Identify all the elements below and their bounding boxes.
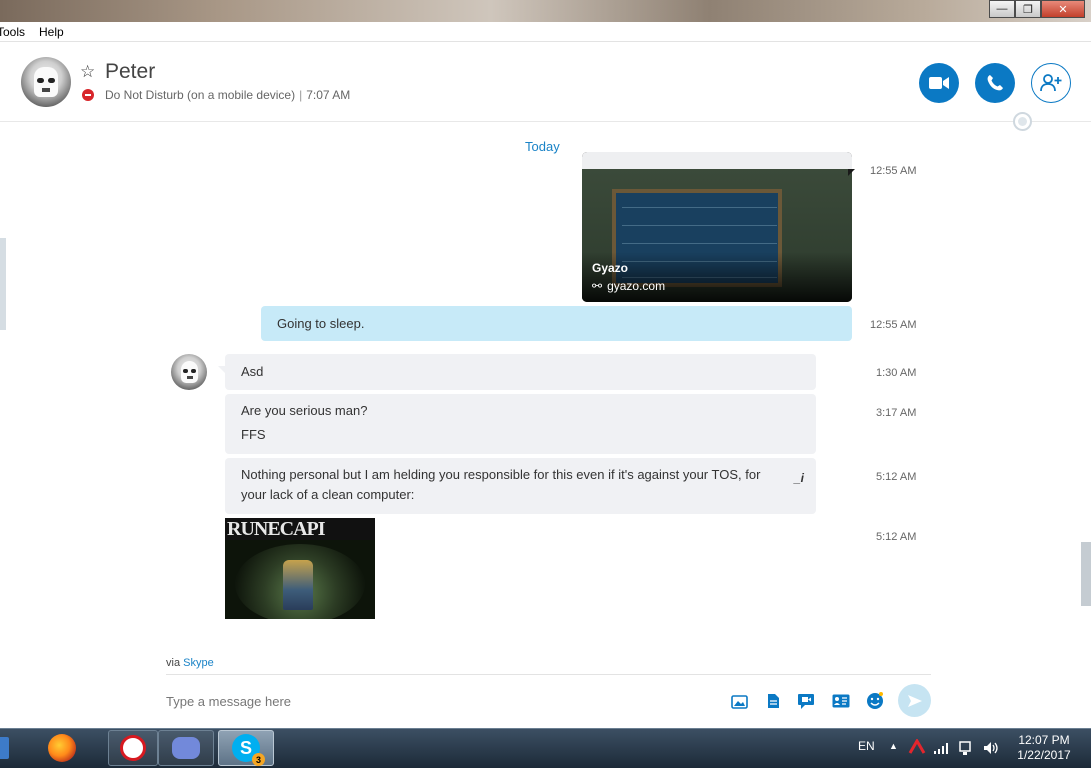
skype-notification-badge: 3: [252, 753, 265, 766]
send-photo-button[interactable]: [730, 692, 748, 710]
contact-status: Do Not Disturb (on a mobile device) | 7:07…: [105, 88, 350, 102]
status-separator: |: [299, 88, 303, 102]
incoming-message[interactable]: Asd: [218, 354, 816, 390]
image-banner-text: RUNECAPI: [225, 518, 375, 540]
message-text: Are you serious man?: [241, 403, 368, 418]
skype-icon: S 3: [232, 734, 265, 766]
message-timestamp: 12:55 AM: [870, 319, 917, 331]
firefox-icon: [48, 734, 76, 762]
local-time: 7:07 AM: [306, 88, 351, 102]
smiley-icon: [867, 692, 883, 709]
send-icon: [907, 694, 922, 707]
message-input[interactable]: [166, 690, 706, 712]
via-label: via Skype: [166, 657, 214, 669]
favorite-star-icon[interactable]: ☆: [80, 62, 95, 82]
link-domain-text: gyazo.com: [607, 279, 666, 293]
video-message-button[interactable]: [797, 692, 815, 710]
signal-strength-icon[interactable]: [933, 741, 951, 755]
discord-icon: [172, 737, 200, 759]
link-preview-card[interactable]: Gyazo ⚯ gyazo.com: [582, 152, 852, 302]
contact-name[interactable]: Peter: [105, 60, 155, 84]
message-timestamp: 1:30 AM: [876, 367, 917, 379]
network-icon[interactable]: [958, 739, 974, 757]
link-preview-domain[interactable]: ⚯ gyazo.com: [592, 279, 665, 293]
video-camera-icon: [929, 77, 949, 89]
clock-date: 1/22/2017: [1017, 748, 1071, 762]
contact-card-icon: [832, 694, 850, 708]
taskbar-firefox[interactable]: [34, 730, 90, 766]
file-icon: [767, 694, 779, 708]
minimize-button[interactable]: —: [989, 0, 1015, 18]
chat-scrollbar[interactable]: [1081, 542, 1091, 606]
date-divider: Today: [525, 139, 560, 154]
conversation-header: ☆ Peter Do Not Disturb (on a mobile devi…: [0, 42, 1091, 122]
menu-help[interactable]: Help: [39, 25, 64, 39]
link-icon: ⚯: [592, 279, 603, 293]
link-preview-header: [582, 152, 852, 169]
taskbar-skype[interactable]: S 3: [218, 730, 274, 766]
do-not-disturb-icon: [82, 89, 94, 101]
video-call-button[interactable]: [919, 63, 959, 103]
edited-icon[interactable]: _i: [794, 468, 804, 488]
status-label: Do Not Disturb (on a mobile device): [105, 88, 296, 102]
message-text: Going to sleep.: [277, 316, 365, 331]
sender-avatar[interactable]: [171, 354, 207, 390]
message-timestamp: 5:12 AM: [876, 471, 917, 483]
taskbar-clock[interactable]: 12:07 PM 1/22/2017: [1010, 733, 1078, 763]
add-people-button[interactable]: [1031, 63, 1071, 103]
language-indicator[interactable]: EN: [858, 739, 875, 753]
outgoing-message[interactable]: Going to sleep.: [261, 306, 852, 341]
message-timestamp: 12:55 AM: [870, 165, 917, 177]
menu-tools[interactable]: Tools: [0, 25, 25, 39]
emoticons-button[interactable]: [866, 692, 884, 710]
window-controls: — ❐ ✕: [989, 0, 1085, 18]
video-message-icon: [798, 693, 814, 709]
volume-icon[interactable]: [982, 740, 1000, 756]
link-preview-title: Gyazo: [592, 261, 629, 275]
globe-browser-icon: [120, 735, 146, 761]
antivirus-icon[interactable]: [908, 738, 926, 755]
message-timestamp: 3:17 AM: [876, 407, 917, 419]
taskbar-discord[interactable]: [158, 730, 214, 766]
incoming-message[interactable]: Nothing personal but I am helding you re…: [225, 458, 816, 514]
message-text: your lack of a clean computer:: [241, 487, 415, 502]
left-panel-scrollbar[interactable]: [0, 238, 6, 330]
message-text: Nothing personal but I am helding you re…: [241, 467, 761, 482]
stormtrooper-icon: [181, 361, 198, 383]
phone-icon: [987, 75, 1003, 91]
incoming-message[interactable]: Are you serious man? FFS: [225, 394, 816, 454]
via-skype-link[interactable]: Skype: [183, 657, 214, 669]
add-person-icon: [1040, 74, 1062, 92]
message-text: FFS: [241, 427, 266, 442]
maximize-button[interactable]: ❐: [1015, 0, 1041, 18]
audio-call-button[interactable]: [975, 63, 1015, 103]
send-contact-button[interactable]: [832, 692, 850, 710]
close-button[interactable]: ✕: [1041, 0, 1085, 18]
send-file-button[interactable]: [764, 692, 782, 710]
menu-bar: Tools Help: [0, 22, 1091, 42]
taskbar-browser[interactable]: [108, 730, 158, 766]
send-button[interactable]: [898, 684, 931, 717]
clock-time: 12:07 PM: [1018, 733, 1070, 747]
window-titlebar: — ❐ ✕: [0, 0, 1091, 22]
message-timestamp: 5:12 AM: [876, 531, 917, 543]
contact-avatar[interactable]: [21, 57, 71, 107]
taskbar-partial-app[interactable]: [0, 730, 12, 766]
image-icon: [730, 694, 748, 709]
message-text: Asd: [241, 364, 264, 379]
shared-image[interactable]: RUNECAPI: [225, 518, 375, 619]
globe-icon[interactable]: [1013, 112, 1032, 131]
app-icon: [0, 737, 9, 759]
stormtrooper-icon: [34, 67, 58, 97]
show-hidden-icons[interactable]: ▲: [889, 741, 898, 751]
